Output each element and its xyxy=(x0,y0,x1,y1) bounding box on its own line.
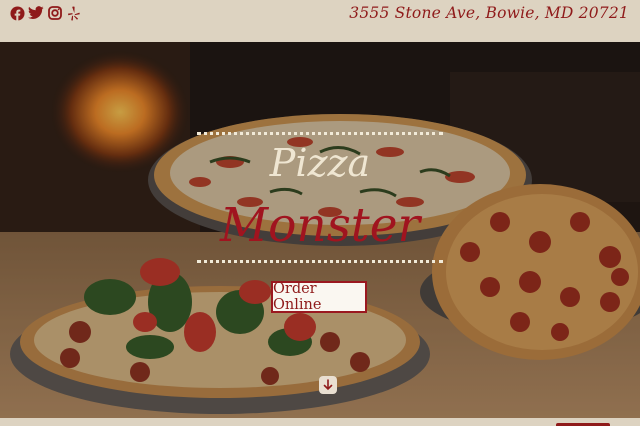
facebook-icon[interactable] xyxy=(9,5,25,21)
address-text: 3555 Stone Ave, Bowie, MD 20721 xyxy=(349,4,629,22)
order-online-button[interactable]: Order Online xyxy=(271,281,367,313)
hero-section: Pizza Monster Order Online xyxy=(0,42,640,418)
brand-name-top: Pizza xyxy=(269,141,371,185)
instagram-icon[interactable] xyxy=(47,5,63,21)
top-bar: 3555 Stone Ave, Bowie, MD 20721 xyxy=(0,0,640,42)
arrow-down-icon xyxy=(323,379,333,391)
yelp-icon[interactable] xyxy=(66,5,82,21)
twitter-icon[interactable] xyxy=(28,5,44,21)
social-links xyxy=(9,5,82,21)
scroll-down-button[interactable] xyxy=(319,376,337,394)
top-dotted-divider xyxy=(197,132,443,135)
bottom-strip xyxy=(0,418,640,426)
bottom-dotted-divider xyxy=(197,260,443,263)
brand-name-main: Monster xyxy=(220,198,420,253)
